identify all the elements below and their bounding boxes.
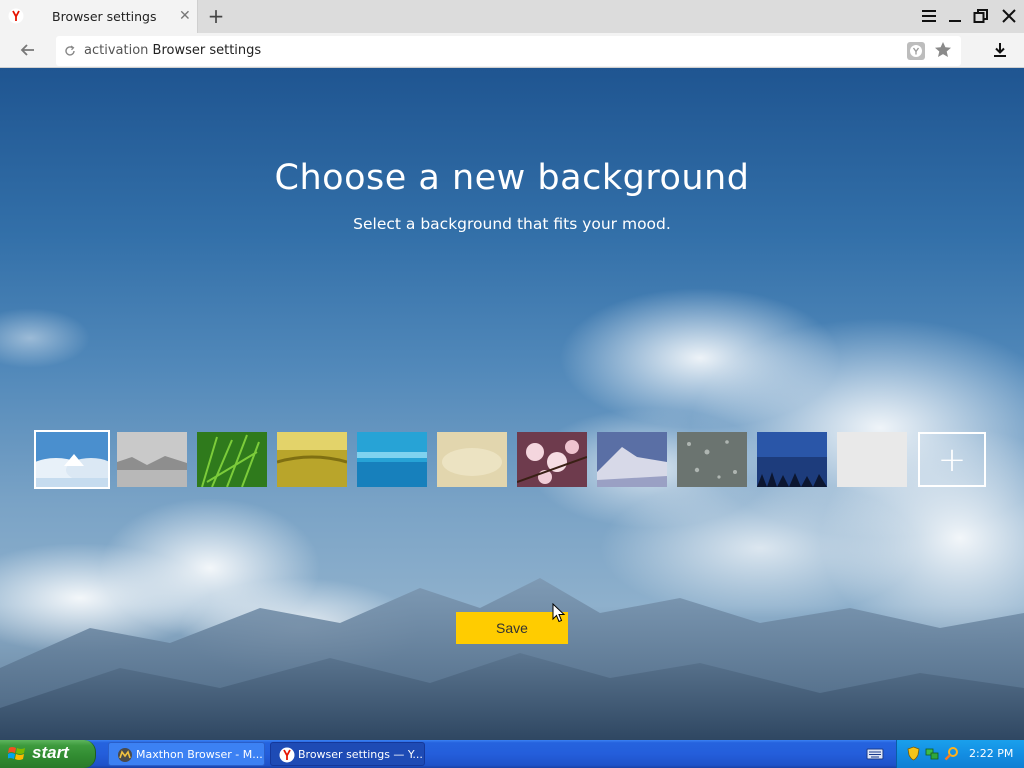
taskbar: start Maxthon Browser - M... Browser set… <box>0 740 1024 768</box>
background-thumbnails: + <box>34 430 988 489</box>
page-title: Choose a new background <box>274 158 750 198</box>
start-button[interactable]: start <box>0 740 96 768</box>
taskbar-item-maxthon[interactable]: Maxthon Browser - M... <box>108 742 265 766</box>
address-bar[interactable]: activation Browser settings <box>56 36 961 66</box>
thumbnail-image <box>677 432 747 487</box>
address-protocol: activation <box>84 43 149 58</box>
thumbnail-clouds-snow[interactable] <box>34 430 110 489</box>
thumbnail-mountain-peak[interactable] <box>597 432 667 487</box>
maxthon-icon <box>118 748 132 762</box>
yandex-logo-icon <box>279 747 295 763</box>
system-tray: 2:22 PM <box>896 740 1024 768</box>
thumbnail-sand[interactable] <box>437 432 507 487</box>
navigation-toolbar: activation Browser settings <box>0 33 1024 68</box>
background-chooser-page: Choose a new background Select a backgro… <box>0 68 1024 740</box>
page-subtitle: Select a background that fits your mood. <box>353 215 671 233</box>
thumbnail-image <box>36 432 108 487</box>
thumbnail-image <box>357 432 427 487</box>
taskbar-item-browser-settings[interactable]: Browser settings — Y... <box>270 742 425 766</box>
bookmark-star-icon[interactable] <box>933 40 953 60</box>
network-icon[interactable] <box>925 746 940 761</box>
back-arrow-icon[interactable] <box>18 40 38 60</box>
thumbnail-fog-hills[interactable] <box>117 432 187 487</box>
thumbnail-image <box>277 432 347 487</box>
download-icon[interactable] <box>990 40 1010 60</box>
menu-icon[interactable] <box>920 7 938 25</box>
new-tab-button[interactable]: + <box>207 6 225 26</box>
tab-browser-settings[interactable]: Browser settings ✕ <box>0 0 198 33</box>
clock: 2:22 PM <box>969 747 1014 760</box>
thumbnail-image <box>757 432 827 487</box>
thumbnail-image <box>197 432 267 487</box>
thumbnail-blue-sea[interactable] <box>357 432 427 487</box>
taskbar-item-label: Maxthon Browser - M... <box>136 748 263 761</box>
taskbar-item-label: Browser settings — Y... <box>298 748 423 761</box>
minimize-icon[interactable] <box>946 7 964 25</box>
tab-title: Browser settings <box>52 9 157 24</box>
add-background-button[interactable]: + <box>918 432 986 487</box>
tab-bar: Browser settings ✕ + <box>0 0 1024 33</box>
thumbnail-plain-white[interactable] <box>837 432 907 487</box>
plus-icon: + <box>937 440 967 480</box>
address-text[interactable]: activation Browser settings <box>84 43 261 58</box>
restore-icon[interactable] <box>972 7 990 25</box>
address-page: Browser settings <box>152 43 262 58</box>
thumbnail-image <box>117 432 187 487</box>
thumbnail-green-grass[interactable] <box>197 432 267 487</box>
reload-icon[interactable] <box>64 45 76 57</box>
yandex-logo-icon <box>8 8 24 24</box>
keyboard-icon[interactable] <box>866 747 884 761</box>
thumbnail-image <box>517 432 587 487</box>
protect-shield-icon[interactable] <box>907 42 925 60</box>
security-shield-icon[interactable] <box>906 746 921 761</box>
thumbnail-cherry-blossom[interactable] <box>517 432 587 487</box>
thumbnail-image <box>597 432 667 487</box>
mouse-cursor-icon <box>552 603 566 623</box>
tab-close-icon[interactable]: ✕ <box>179 8 191 24</box>
thumbnail-yellow-field[interactable] <box>277 432 347 487</box>
windows-logo-icon <box>8 747 25 760</box>
close-window-icon[interactable] <box>1000 7 1018 25</box>
thumbnail-raindrops[interactable] <box>677 432 747 487</box>
search-icon[interactable] <box>944 746 959 761</box>
start-label: start <box>32 743 69 762</box>
thumbnail-image <box>437 432 507 487</box>
thumbnail-night-forest[interactable] <box>757 432 827 487</box>
thumbnail-image <box>837 432 907 487</box>
